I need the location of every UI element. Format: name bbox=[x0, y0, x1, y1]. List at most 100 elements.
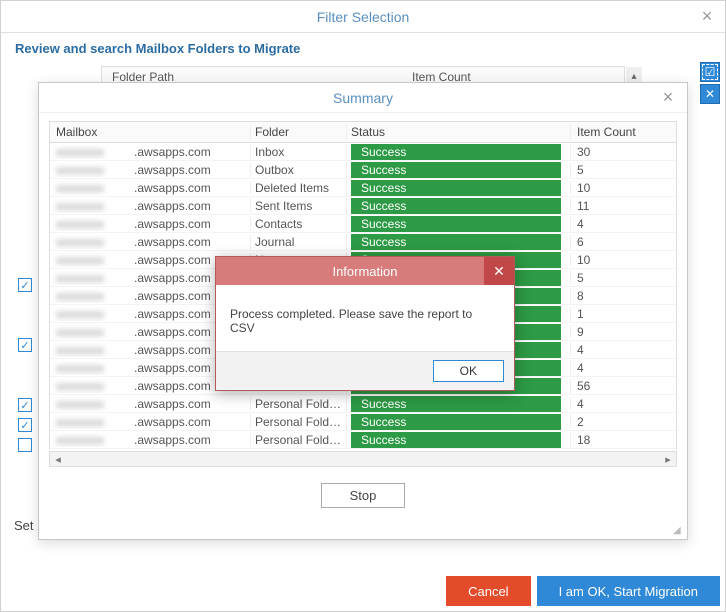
cell-status: Success bbox=[346, 162, 570, 178]
cell-folder: Personal Folder… bbox=[250, 415, 346, 429]
cell-mailbox: xxxxxxxx.awsapps.com bbox=[50, 217, 250, 231]
status-badge: Success bbox=[351, 144, 561, 160]
cell-mailbox: xxxxxxxx.awsapps.com bbox=[50, 397, 250, 411]
status-badge: Success bbox=[351, 396, 561, 412]
table-row[interactable]: xxxxxxxx.awsapps.comInbox Success 30 bbox=[50, 143, 676, 161]
cell-mailbox: xxxxxxxx.awsapps.com bbox=[50, 433, 250, 447]
stop-button[interactable]: Stop bbox=[321, 483, 406, 508]
cell-folder: Sent Items bbox=[250, 199, 346, 213]
cell-folder: Personal Folder… bbox=[250, 397, 346, 411]
col-status[interactable]: Status bbox=[346, 125, 570, 139]
cell-status: Success bbox=[346, 414, 570, 430]
left-checkbox-column: ✓ ✓ ✓ ✓ ✓ bbox=[18, 278, 32, 452]
cell-mailbox: xxxxxxxx.awsapps.com bbox=[50, 145, 250, 159]
checkbox[interactable]: ✓ bbox=[18, 278, 32, 292]
col-mailbox[interactable]: Mailbox bbox=[50, 125, 250, 139]
main-subtitle: Review and search Mailbox Folders to Mig… bbox=[1, 33, 725, 64]
info-title: Information bbox=[332, 264, 397, 279]
cell-folder: Outbox bbox=[250, 163, 346, 177]
status-badge: Success bbox=[351, 198, 561, 214]
main-titlebar: Filter Selection × bbox=[1, 1, 725, 33]
close-icon[interactable]: ✕ bbox=[484, 257, 514, 285]
select-all-icon[interactable]: ☑ bbox=[700, 62, 720, 82]
checkbox[interactable]: ✓ bbox=[18, 438, 32, 452]
checkbox[interactable]: ✓ bbox=[18, 398, 32, 412]
deselect-all-icon[interactable]: ✕ bbox=[700, 84, 720, 104]
cell-folder: Personal Folder… bbox=[250, 433, 346, 447]
scroll-right-icon[interactable]: ▸ bbox=[660, 453, 676, 466]
cell-count: 4 bbox=[570, 397, 676, 411]
start-migration-button[interactable]: I am OK, Start Migration bbox=[537, 576, 720, 606]
status-badge: Success bbox=[351, 414, 561, 430]
cell-count: 4 bbox=[570, 361, 676, 375]
col-folder[interactable]: Folder bbox=[250, 125, 346, 139]
footer-buttons: Cancel I am OK, Start Migration bbox=[446, 576, 720, 606]
info-message: Process completed. Please save the repor… bbox=[216, 285, 514, 351]
cell-count: 10 bbox=[570, 253, 676, 267]
table-row[interactable]: xxxxxxxx.awsapps.comPersonal Folder… Succ… bbox=[50, 431, 676, 449]
status-badge: Success bbox=[351, 180, 561, 196]
cell-count: 5 bbox=[570, 271, 676, 285]
checkbox[interactable]: ✓ bbox=[18, 338, 32, 352]
status-badge: Success bbox=[351, 432, 561, 448]
status-badge: Success bbox=[351, 216, 561, 232]
table-row[interactable]: xxxxxxxx.awsapps.comContacts Success 4 bbox=[50, 215, 676, 233]
resize-grip-icon[interactable]: ◢ bbox=[673, 525, 683, 535]
cell-count: 11 bbox=[570, 199, 676, 213]
cell-folder: Inbox bbox=[250, 145, 346, 159]
cell-status: Success bbox=[346, 432, 570, 448]
cell-folder: Contacts bbox=[250, 217, 346, 231]
table-row[interactable]: xxxxxxxx.awsapps.comOutbox Success 5 bbox=[50, 161, 676, 179]
cell-count: 30 bbox=[570, 145, 676, 159]
cell-count: 56 bbox=[570, 379, 676, 393]
summary-titlebar: Summary × bbox=[39, 83, 687, 113]
table-row[interactable]: xxxxxxxx.awsapps.comJournal Success 6 bbox=[50, 233, 676, 251]
cell-count: 1 bbox=[570, 307, 676, 321]
cell-count: 2 bbox=[570, 415, 676, 429]
information-dialog: Information ✕ Process completed. Please … bbox=[215, 256, 515, 391]
cell-count: 18 bbox=[570, 433, 676, 447]
summary-table-header: Mailbox Folder Status Item Count bbox=[49, 121, 677, 143]
set-label: Set bbox=[14, 518, 34, 533]
table-row[interactable]: xxxxxxxx.awsapps.comPersonal Folder… Succ… bbox=[50, 395, 676, 413]
scroll-track[interactable] bbox=[66, 454, 660, 464]
close-icon[interactable]: × bbox=[657, 87, 679, 109]
cell-count: 4 bbox=[570, 217, 676, 231]
cell-mailbox: xxxxxxxx.awsapps.com bbox=[50, 181, 250, 195]
cell-status: Success bbox=[346, 144, 570, 160]
cell-mailbox: xxxxxxxx.awsapps.com bbox=[50, 415, 250, 429]
ok-button[interactable]: OK bbox=[433, 360, 504, 382]
table-row[interactable]: xxxxxxxx.awsapps.comDeleted Items Success… bbox=[50, 179, 676, 197]
status-badge: Success bbox=[351, 162, 561, 178]
cell-folder: Deleted Items bbox=[250, 181, 346, 195]
status-badge: Success bbox=[351, 234, 561, 250]
cell-count: 4 bbox=[570, 343, 676, 357]
table-row[interactable]: xxxxxxxx.awsapps.comPersonal Folder… Succ… bbox=[50, 413, 676, 431]
cell-status: Success bbox=[346, 396, 570, 412]
col-item-count[interactable]: Item Count bbox=[570, 125, 676, 139]
right-action-icons: ☑ ✕ bbox=[700, 62, 720, 104]
cell-count: 5 bbox=[570, 163, 676, 177]
cell-status: Success bbox=[346, 216, 570, 232]
close-icon[interactable]: × bbox=[697, 7, 717, 27]
cell-count: 8 bbox=[570, 289, 676, 303]
cell-folder: Journal bbox=[250, 235, 346, 249]
cell-status: Success bbox=[346, 180, 570, 196]
main-title: Filter Selection bbox=[317, 9, 410, 25]
scroll-left-icon[interactable]: ◂ bbox=[50, 453, 66, 466]
cell-mailbox: xxxxxxxx.awsapps.com bbox=[50, 199, 250, 213]
cell-mailbox: xxxxxxxx.awsapps.com bbox=[50, 235, 250, 249]
cancel-button[interactable]: Cancel bbox=[446, 576, 530, 606]
cell-count: 10 bbox=[570, 181, 676, 195]
cell-status: Success bbox=[346, 234, 570, 250]
cell-count: 6 bbox=[570, 235, 676, 249]
checkbox[interactable]: ✓ bbox=[18, 418, 32, 432]
info-titlebar: Information ✕ bbox=[216, 257, 514, 285]
horizontal-scrollbar[interactable]: ◂ ▸ bbox=[49, 451, 677, 467]
table-row[interactable]: xxxxxxxx.awsapps.comSent Items Success 11 bbox=[50, 197, 676, 215]
cell-status: Success bbox=[346, 198, 570, 214]
cell-mailbox: xxxxxxxx.awsapps.com bbox=[50, 163, 250, 177]
summary-title: Summary bbox=[333, 90, 393, 106]
info-footer: OK bbox=[216, 351, 514, 390]
cell-count: 9 bbox=[570, 325, 676, 339]
